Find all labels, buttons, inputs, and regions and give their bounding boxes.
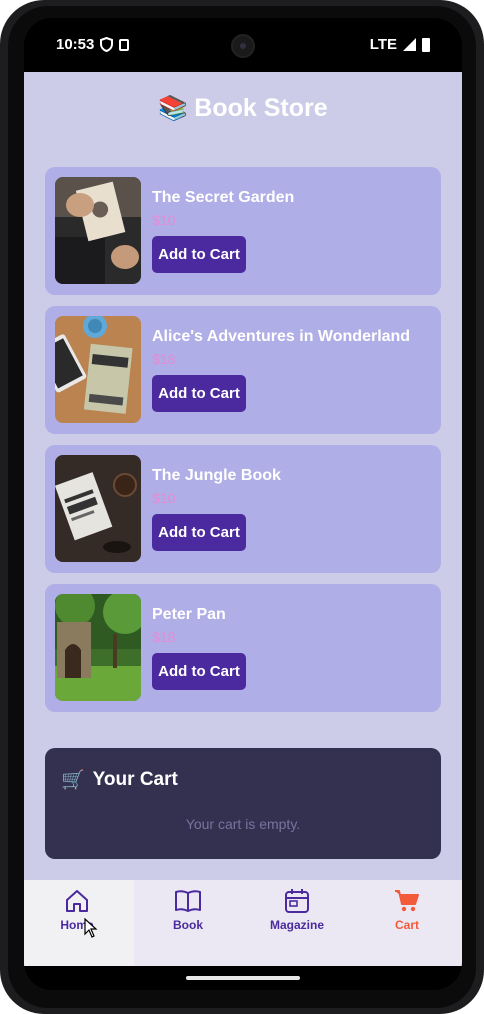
- home-gesture-bar[interactable]: [186, 976, 300, 980]
- nav-label-magazine: Magazine: [269, 918, 324, 932]
- cart-panel: 🛒 Your Cart Your cart is empty.: [45, 748, 441, 859]
- shopping-cart-emoji-icon: 🛒: [61, 770, 85, 791]
- bottom-navigation: Home Book Magazine Cart: [24, 880, 462, 966]
- cart-empty-message: Your cart is empty.: [185, 816, 301, 832]
- book-card-jungle-book: The Jungle Book $10 Add to Cart: [45, 445, 441, 573]
- status-right-group: LTE: [370, 36, 430, 53]
- add-to-cart-button[interactable]: Add to Cart: [152, 653, 246, 690]
- book-price: $10: [152, 212, 176, 228]
- screen: 10:53 LTE 📚 Book Store The Secret Garden…: [24, 18, 462, 990]
- nav-label-book: Book: [173, 918, 203, 932]
- book-title: Alice's Adventures in Wonderland: [152, 328, 411, 345]
- home-icon: [66, 890, 88, 912]
- book-card-alice-in-wonderland: Alice's Adventures in Wonderland $18 Add…: [45, 306, 441, 434]
- calendar-icon: [285, 889, 309, 913]
- cart-heading: 🛒 Your Cart: [61, 768, 178, 792]
- book-cover-image: [55, 316, 141, 423]
- book-title: The Secret Garden: [152, 189, 295, 206]
- book-card-secret-garden: The Secret Garden $10 Add to Cart: [45, 167, 441, 295]
- book-price: $18: [152, 629, 176, 645]
- nav-item-book[interactable]: Book: [143, 888, 233, 932]
- nav-label-cart: Cart: [394, 918, 419, 932]
- page-title-text: Book Store: [194, 94, 328, 122]
- status-bar: 10:53 LTE: [24, 18, 462, 72]
- mouse-cursor-icon: [84, 918, 98, 938]
- nav-item-cart[interactable]: Cart: [362, 888, 452, 932]
- add-to-cart-button[interactable]: Add to Cart: [152, 236, 246, 273]
- sd-card-icon: [119, 38, 130, 51]
- page-title: 📚 Book Store: [24, 94, 462, 123]
- book-price: $10: [152, 490, 176, 506]
- book-icon: [175, 890, 201, 912]
- cart-icon: [395, 890, 419, 912]
- nav-item-magazine[interactable]: Magazine: [252, 888, 342, 932]
- gesture-area: [24, 966, 462, 990]
- book-cover-image: [55, 177, 141, 284]
- signal-icon: [403, 38, 416, 51]
- status-time: 10:53: [56, 36, 95, 53]
- cart-heading-text: Your Cart: [92, 769, 178, 790]
- phone-frame: 10:53 LTE 📚 Book Store The Secret Garden…: [0, 0, 484, 1014]
- shield-icon: [100, 37, 114, 52]
- status-time-group: 10:53: [56, 36, 130, 53]
- nav-item-home[interactable]: Home: [32, 888, 122, 932]
- books-emoji-icon: 📚: [158, 95, 189, 122]
- battery-icon: [422, 37, 430, 52]
- book-title: Peter Pan: [152, 606, 226, 623]
- add-to-cart-button[interactable]: Add to Cart: [152, 375, 246, 412]
- network-type: LTE: [369, 36, 397, 53]
- add-to-cart-button[interactable]: Add to Cart: [152, 514, 246, 551]
- book-title: The Jungle Book: [152, 467, 281, 484]
- app-content[interactable]: 📚 Book Store The Secret Garden $10 Add t…: [24, 72, 462, 880]
- book-cover-image: [55, 594, 141, 701]
- book-card-peter-pan: Peter Pan $18 Add to Cart: [45, 584, 441, 712]
- book-cover-image: [55, 455, 141, 562]
- book-price: $18: [152, 351, 176, 367]
- front-camera: [231, 34, 255, 58]
